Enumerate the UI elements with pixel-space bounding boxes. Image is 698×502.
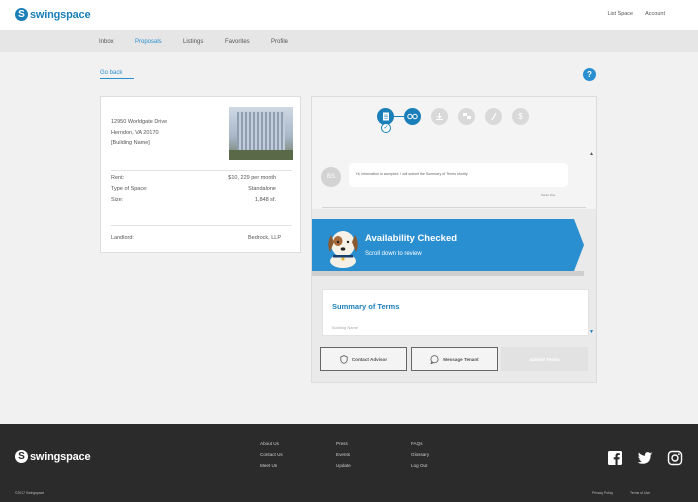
handshake-icon[interactable]: [404, 108, 421, 125]
swingspace-logo-icon: S: [15, 450, 28, 463]
avatar: BS: [321, 167, 341, 187]
building-name: [Building Name]: [111, 140, 150, 146]
banner-tip: [574, 219, 584, 271]
scroll-down-arrow[interactable]: ▼: [589, 329, 594, 335]
contact-us-link[interactable]: Contact Us: [260, 452, 283, 457]
message-tenant-label: Message Tenant: [443, 356, 479, 362]
swingspace-logo-icon: S: [15, 8, 28, 21]
shield-icon: [340, 354, 348, 364]
footer-logo[interactable]: S swingspace: [15, 450, 91, 463]
footer-column-3: FAQs Glossary Log Out: [411, 441, 429, 473]
meet-us-link[interactable]: Meet Us: [260, 463, 283, 468]
tab-listings[interactable]: Listings: [183, 39, 203, 45]
dog-mascot-icon: [328, 231, 358, 268]
contact-advisor-label: Contact Advisor: [351, 356, 388, 362]
instagram-icon[interactable]: [667, 450, 683, 466]
landlord-label: Landlord:: [111, 235, 134, 241]
size-value: 1,848 sf.: [254, 197, 276, 203]
footer-logo-text: swingspace: [30, 450, 91, 463]
submit-terms-label: Submit Terms: [529, 356, 560, 362]
facebook-icon[interactable]: [607, 450, 623, 466]
message-bubble: Hi, information is accepted. I will subm…: [349, 163, 568, 187]
top-links: List Space Account: [607, 11, 665, 17]
divider: [111, 170, 292, 171]
tab-profile[interactable]: Profile: [271, 39, 288, 45]
message-sender: Sarah Doe: [541, 193, 556, 197]
privacy-policy-link[interactable]: Privacy Policy: [592, 491, 613, 495]
log-out-link[interactable]: Log Out: [411, 463, 429, 468]
submit-terms-button[interactable]: Submit Terms: [501, 347, 588, 371]
terms-of-use-link[interactable]: Terms of Use: [630, 491, 650, 495]
contact-advisor-button[interactable]: Contact Advisor: [320, 347, 407, 371]
address-street: 12950 Worldgate Drive: [111, 119, 168, 125]
rent-label: Rent:: [111, 175, 125, 181]
account-link[interactable]: Account: [645, 11, 665, 17]
tab-favorites[interactable]: Favorites: [225, 39, 250, 45]
logo-text: swingspace: [30, 8, 91, 21]
property-address: 12950 Worldgate Drive Herndon, VA 20170 …: [111, 117, 167, 149]
scroll-up-arrow[interactable]: ▲: [589, 151, 594, 157]
type-value: Standalone: [248, 186, 276, 192]
payment-icon[interactable]: $: [512, 108, 529, 125]
checkmark-icon: ✓: [381, 123, 391, 133]
footer-column-2: Press Events Update: [336, 441, 351, 473]
summary-subtitle: Building Name: [332, 325, 359, 330]
banner-shadow: [312, 271, 584, 276]
banner-title: Availability Checked: [365, 233, 458, 244]
address-city: Herndon, VA 20170: [111, 129, 159, 136]
availability-banner: Availability Checked Scroll down to revi…: [312, 219, 584, 271]
footer-column-1: About Us Contact Us Meet Us: [260, 441, 283, 473]
property-card: 12950 Worldgate Drive Herndon, VA 20170 …: [100, 96, 301, 253]
header: S swingspace List Space Account: [0, 0, 698, 30]
step-connector: [394, 116, 404, 117]
download-icon[interactable]: [431, 108, 448, 125]
logo[interactable]: S swingspace: [15, 8, 91, 21]
rent-value: $10, 229 per month: [228, 175, 276, 181]
chat-icon: [430, 354, 439, 364]
summary-title: Summary of Terms: [332, 302, 400, 311]
proposal-panel: ✓ $ ▲ BS Hi, information is accepted. I …: [311, 96, 597, 383]
tab-proposals[interactable]: Proposals: [135, 39, 162, 45]
copyright: ©2017 Swingspace: [15, 491, 45, 495]
property-photo: [229, 107, 293, 160]
twitter-icon[interactable]: [637, 450, 653, 466]
main-nav: Inbox Proposals Listings Favorites Profi…: [0, 30, 698, 52]
sign-icon[interactable]: [485, 108, 502, 125]
type-label: Type of Space:: [111, 186, 148, 192]
tab-inbox[interactable]: Inbox: [99, 39, 114, 45]
about-us-link[interactable]: About Us: [260, 441, 283, 446]
press-link[interactable]: Press: [336, 441, 351, 446]
message-text: Hi, information is accepted. I will subm…: [356, 172, 469, 176]
update-link[interactable]: Update: [336, 463, 351, 468]
glossary-link[interactable]: Glossary: [411, 452, 429, 457]
divider: [322, 207, 586, 208]
negotiate-icon[interactable]: [458, 108, 475, 125]
events-link[interactable]: Events: [336, 452, 351, 457]
banner-subtitle: Scroll down to review: [365, 251, 422, 257]
summary-of-terms-card: Summary of Terms Building Name: [322, 289, 589, 336]
footer: S swingspace About Us Contact Us Meet Us…: [0, 424, 698, 502]
message-tenant-button[interactable]: Message Tenant: [411, 347, 498, 371]
trees-image: [229, 150, 293, 160]
faqs-link[interactable]: FAQs: [411, 441, 429, 446]
go-back-link[interactable]: Go back: [100, 70, 122, 76]
go-back-underline: [100, 78, 134, 79]
help-icon[interactable]: ?: [583, 68, 596, 81]
landlord-value: Bedrock, LLP: [247, 235, 281, 241]
size-label: Size:: [111, 197, 124, 203]
divider: [111, 225, 292, 226]
list-space-link[interactable]: List Space: [607, 11, 633, 17]
